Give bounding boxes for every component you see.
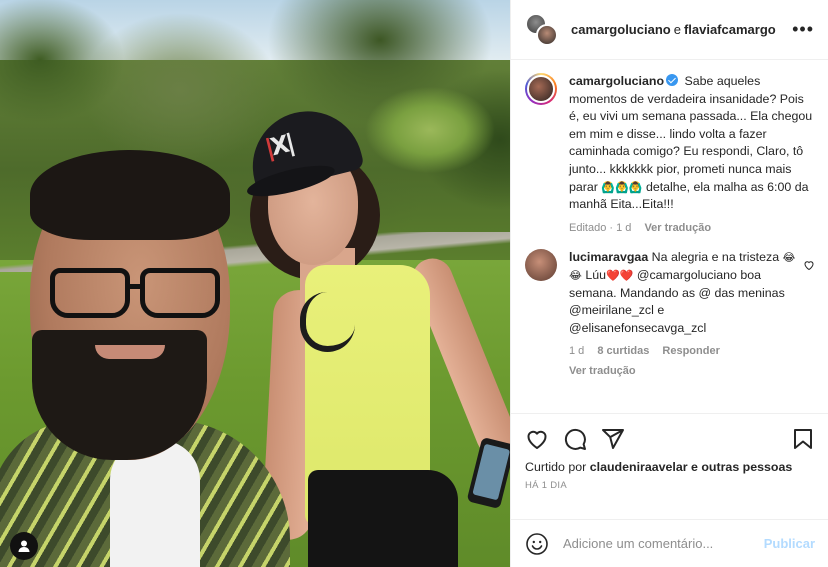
comment-text-1: Na alegria e na tristeza (651, 250, 780, 265)
red-heart-emoji-icon: ❤️❤️ (606, 268, 634, 282)
liked-by: Curtido por claudeniraavelar e outras pe… (525, 460, 815, 474)
comment-bubble-icon[interactable] (563, 427, 587, 451)
man-mouth (95, 345, 165, 359)
person-emoji-icon: 🙆‍♂️🙆‍♂️🙆‍♂️ (601, 180, 643, 194)
collab-avatar[interactable] (525, 12, 559, 47)
verified-badge-icon (666, 74, 679, 86)
woman-shorts (308, 470, 458, 567)
post-actions: Curtido por claudeniraavelar e outras pe… (511, 413, 828, 491)
post-side-panel: camargoluciano e flaviafcamargo ••• camarg… (510, 0, 828, 567)
caption-text: Sabe aqueles momentos de verdadeira insa… (569, 74, 813, 194)
post-authors: camargoluciano e flaviafcamargo (571, 22, 792, 37)
caption-username[interactable]: camargoluciano (569, 74, 664, 88)
authors-conjunction: e (673, 22, 681, 37)
see-translation-link[interactable]: Ver tradução (644, 222, 711, 234)
comment-username[interactable]: lucimaravgaa (569, 250, 648, 264)
comment-text-2: Lúu (585, 267, 606, 282)
man-hair (30, 150, 230, 240)
post-photo[interactable]: |X| (0, 0, 510, 567)
author-username[interactable]: camargoluciano (571, 22, 671, 37)
save-bookmark-icon[interactable] (791, 427, 815, 451)
cap-logo: |X| (262, 129, 296, 163)
like-heart-icon[interactable] (525, 427, 549, 451)
collaborator-username[interactable]: flaviafcamargo (684, 22, 776, 37)
comment-age: 1 d (569, 345, 585, 358)
more-horizontal-icon[interactable]: ••• (792, 19, 814, 40)
comment-likes[interactable]: 8 curtidas (597, 345, 649, 357)
woman-sports-bra (300, 292, 355, 352)
emoji-smile-icon[interactable] (525, 532, 549, 556)
comment-like-heart-icon[interactable] (803, 259, 815, 271)
tagged-users-icon[interactable] (10, 532, 38, 560)
share-paper-plane-icon[interactable] (601, 427, 625, 451)
reply-button[interactable]: Responder (662, 345, 719, 357)
post-timestamp[interactable]: HÁ 1 DIA (525, 480, 815, 491)
comment-see-translation-link[interactable]: Ver tradução (569, 365, 636, 377)
liked-by-others[interactable]: e outras pessoas (691, 460, 792, 474)
liked-by-prefix: Curtido por (525, 460, 587, 474)
liked-by-user[interactable]: claudeniraavelar (590, 460, 688, 474)
comment: lucimaravgaa Na alegria e na tristeza 😂😂… (525, 249, 815, 380)
caption: camargoluciano Sabe aqueles momentos de … (525, 73, 815, 237)
comments-list[interactable]: camargoluciano Sabe aqueles momentos de … (511, 61, 828, 412)
comment-input[interactable] (563, 536, 764, 551)
publish-button[interactable]: Publicar (764, 536, 815, 551)
comment-avatar[interactable] (525, 249, 557, 282)
man-glasses (40, 268, 230, 328)
post-header: camargoluciano e flaviafcamargo ••• (511, 0, 828, 60)
caption-avatar[interactable] (525, 73, 557, 105)
add-comment-bar: Publicar (511, 519, 828, 567)
caption-edited: Editado · 1 d (569, 221, 632, 234)
